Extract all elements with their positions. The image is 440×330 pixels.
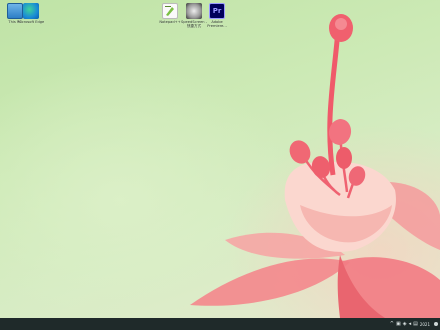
desktop[interactable]: This PC Microsoft Edge Notepad++ SpeedSc… [0,0,440,318]
premiere-icon: Pr [209,3,225,19]
speedscreen-icon [186,3,202,19]
keyboard-icon[interactable]: ▣ [396,321,401,327]
notification-icon[interactable] [434,322,438,326]
tray-overflow-chevron-icon[interactable]: ^ [390,321,394,327]
wallpaper-flower [190,14,440,318]
input-method-icon[interactable]: ▤ [413,321,418,327]
system-tray: ^ ▣ ◈ ◂ ▤ 2021 [390,321,438,327]
desktop-icon-label: Adobe Premiere... [207,20,227,29]
desktop-icon-premiere[interactable]: Pr Adobe Premiere... [202,3,232,39]
desktop-icon-label: Microsoft Edge [17,20,45,24]
taskbar: ^ ▣ ◈ ◂ ▤ 2021 [0,318,440,330]
volume-icon[interactable]: ◂ [409,321,412,327]
network-icon[interactable]: ◈ [403,321,407,327]
taskbar-clock[interactable]: 2021 [420,322,430,327]
edge-icon [23,3,39,19]
notepad-icon [162,3,178,19]
desktop-icon-edge[interactable]: Microsoft Edge [16,3,46,39]
